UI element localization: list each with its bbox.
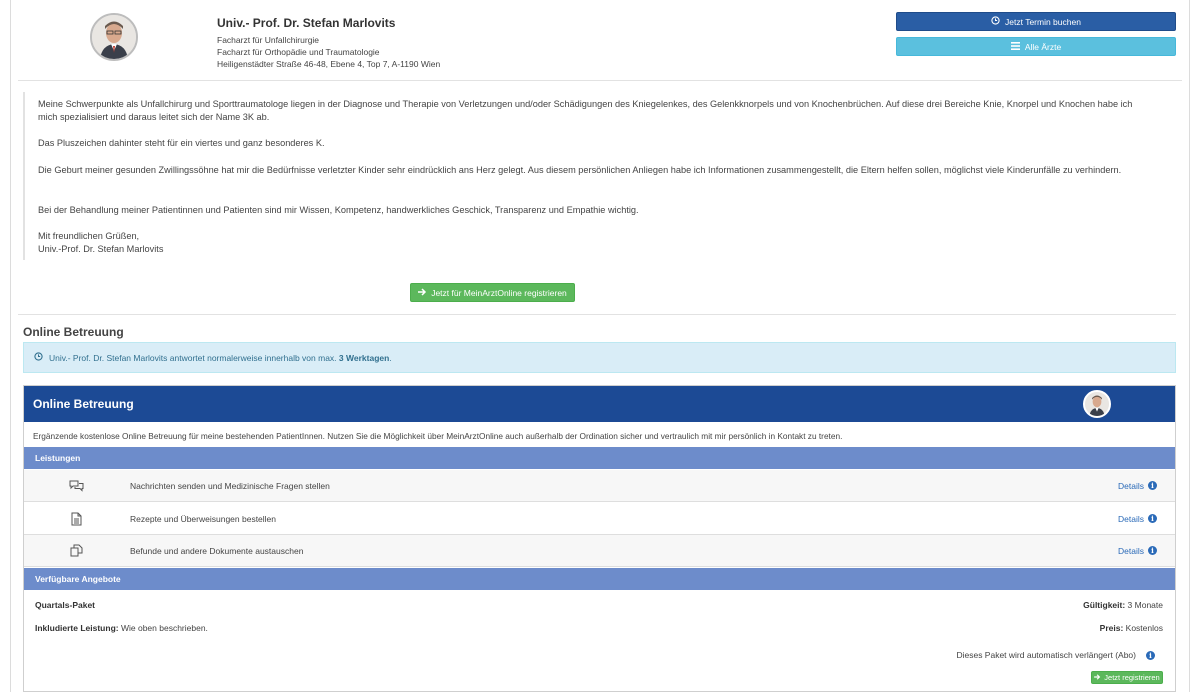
service-details-link[interactable]: Details i xyxy=(1118,481,1157,491)
details-label: Details xyxy=(1118,513,1144,524)
doctor-name: Univ.- Prof. Dr. Stefan Marlovits xyxy=(217,16,396,30)
info-icon: i xyxy=(1148,481,1157,490)
bio-greeting: Mit freundlichen Grüßen, xyxy=(38,231,140,241)
response-time-suffix: . xyxy=(389,352,392,363)
offer-name-text: Quartals-Paket xyxy=(35,600,95,610)
bio-paragraph-2: Das Pluszeichen dahinter steht für ein v… xyxy=(38,138,325,148)
arrow-right-icon xyxy=(418,287,427,298)
clock-icon xyxy=(991,16,1000,27)
register-package-label: Jetzt registrieren xyxy=(1104,673,1160,682)
bio-paragraph-1: Meine Schwerpunkte als Unfallchirurg und… xyxy=(38,99,1133,122)
validity-label: Gültigkeit: xyxy=(1083,600,1126,610)
service-label: Rezepte und Überweisungen bestellen xyxy=(130,513,277,524)
price-value: Kostenlos xyxy=(1125,623,1163,633)
auto-renew-note: Dieses Paket wird automatisch verlängert… xyxy=(956,650,1155,660)
doctor-specialty-2: Facharzt für Orthopädie und Traumatologi… xyxy=(217,47,380,57)
renew-note-text: Dieses Paket wird automatisch verlängert… xyxy=(956,650,1136,660)
panel-title: Online Betreuung xyxy=(33,397,134,411)
response-time-highlight: 3 Werktagen xyxy=(338,352,390,363)
register-meinarztonline-label: Jetzt für MeinArztOnline registrieren xyxy=(431,287,567,298)
info-icon[interactable]: i xyxy=(1146,650,1155,660)
clock-icon xyxy=(34,352,43,363)
offer-included: Inkludierte Leistung: Wie oben beschrieb… xyxy=(35,623,208,633)
document-icon xyxy=(68,511,84,527)
copy-files-icon xyxy=(68,543,84,559)
all-doctors-label: Alle Ärzte xyxy=(1024,41,1062,52)
section-divider xyxy=(18,314,1176,315)
arrow-right-icon xyxy=(1094,673,1101,682)
service-label: Nachrichten senden und Medizinische Frag… xyxy=(130,480,330,491)
service-row: Befunde und andere Dokumente austauschen… xyxy=(24,535,1175,567)
bio-paragraph-4: Bei der Behandlung meiner Patientinnen u… xyxy=(38,205,639,215)
offer-price: Preis: Kostenlos xyxy=(1100,623,1163,633)
offers-header: Verfügbare Angebote xyxy=(24,568,1175,590)
included-label: Inkludierte Leistung: xyxy=(35,623,119,633)
online-section-title: Online Betreuung xyxy=(23,325,124,339)
service-row: Rezepte und Überweisungen bestellen Deta… xyxy=(24,503,1175,535)
response-time-info: Univ.- Prof. Dr. Stefan Marlovits antwor… xyxy=(23,342,1176,373)
book-appointment-label: Jetzt Termin buchen xyxy=(1005,16,1081,27)
header-divider xyxy=(18,80,1182,81)
register-meinarztonline-button[interactable]: Jetzt für MeinArztOnline registrieren xyxy=(410,283,575,302)
doctor-specialty-1: Facharzt für Unfallchirurgie xyxy=(217,35,320,45)
details-label: Details xyxy=(1118,545,1144,556)
book-appointment-button[interactable]: Jetzt Termin buchen xyxy=(896,12,1176,31)
doctor-bio: Meine Schwerpunkte als Unfallchirurg und… xyxy=(23,92,1153,260)
bio-signature: Univ.-Prof. Dr. Stefan Marlovits xyxy=(38,244,164,254)
details-label: Details xyxy=(1118,480,1144,491)
bio-paragraph-3: Die Geburt meiner gesunden Zwillingssöhn… xyxy=(38,165,1122,175)
chat-bubbles-icon xyxy=(68,478,84,494)
services-header: Leistungen xyxy=(24,447,1175,469)
doctor-avatar xyxy=(90,13,138,61)
all-doctors-button[interactable]: Alle Ärzte xyxy=(896,37,1176,56)
info-icon: i xyxy=(1148,514,1157,523)
register-package-button[interactable]: Jetzt registrieren xyxy=(1091,671,1163,684)
panel-header: Online Betreuung xyxy=(24,386,1175,422)
service-details-link[interactable]: Details i xyxy=(1118,514,1157,524)
doctor-address: Heiligenstädter Straße 46-48, Ebene 4, T… xyxy=(217,59,441,69)
info-icon: i xyxy=(1148,546,1157,555)
panel-description: Ergänzende kostenlose Online Betreuung f… xyxy=(33,431,843,441)
online-care-panel: Online Betreuung Ergänzende kostenlose O… xyxy=(23,385,1176,692)
doctor-avatar-small xyxy=(1083,390,1111,418)
price-label: Preis: xyxy=(1099,623,1124,633)
offer-name: Quartals-Paket xyxy=(35,600,95,610)
service-label: Befunde und andere Dokumente austauschen xyxy=(130,545,304,556)
service-details-link[interactable]: Details i xyxy=(1118,546,1157,556)
response-time-text: Univ.- Prof. Dr. Stefan Marlovits antwor… xyxy=(49,352,337,363)
offer-validity: Gültigkeit: 3 Monate xyxy=(1083,600,1163,610)
list-icon xyxy=(1010,41,1020,52)
validity-value: 3 Monate xyxy=(1127,600,1163,610)
service-row: Nachrichten senden und Medizinische Frag… xyxy=(24,470,1175,502)
included-value: Wie oben beschrieben. xyxy=(120,623,208,633)
